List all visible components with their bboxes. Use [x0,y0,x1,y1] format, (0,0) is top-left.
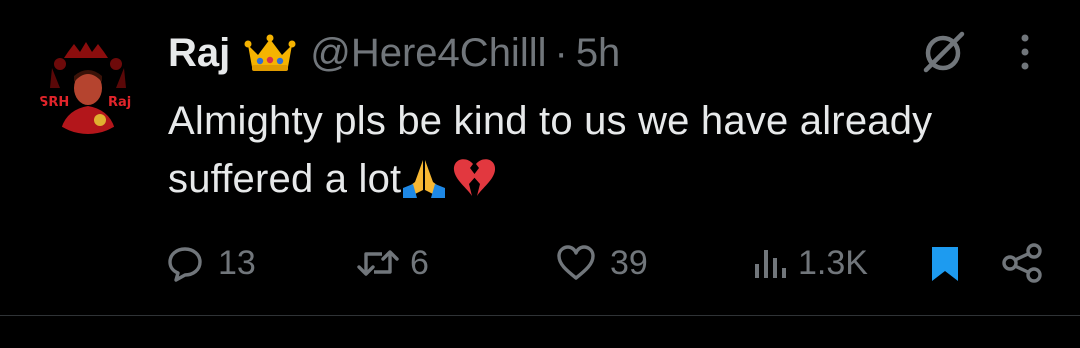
views-icon [755,250,786,278]
like-button[interactable]: 39 [556,238,648,288]
timestamp[interactable]: 5h [576,28,621,78]
more-icon[interactable] [1010,32,1040,72]
share-button[interactable] [1000,238,1044,288]
repost-icon [357,250,399,276]
tweet-text-content: Almighty pls be kind to us we have alrea… [168,99,933,201]
views-button[interactable]: 1.3K [752,238,868,288]
share-icon [1002,243,1042,283]
like-count: 39 [610,243,648,282]
grok-icon[interactable] [920,30,966,76]
repost-button[interactable]: 6 [356,238,429,288]
avatar-image: SRH Raj [38,34,138,134]
divider [0,315,1080,316]
tweet[interactable]: SRH Raj Raj @Here4Chilll · 5h Almighty p… [0,0,1080,316]
heart-icon [557,245,595,280]
reply-count: 13 [218,243,256,282]
avatar-raj-text: Raj [108,95,131,110]
display-name[interactable]: Raj [168,28,230,78]
avatar[interactable]: SRH Raj [38,34,138,134]
broken-heart-emoji-icon [451,154,497,200]
folded-hands-emoji-icon [401,154,447,200]
repost-count: 6 [410,243,429,282]
tweet-text: Almighty pls be kind to us we have alrea… [168,92,1008,208]
separator-dot: · [554,31,568,75]
avatar-srh-text: SRH [39,95,69,110]
reply-icon [168,247,202,282]
view-count: 1.3K [798,243,868,282]
reply-button[interactable]: 13 [166,238,256,288]
bookmark-icon [932,247,958,281]
tweet-header: Raj @Here4Chilll · 5h [168,28,620,78]
action-bar: 13 6 39 1.3K [0,238,1080,288]
crown-emoji-icon [244,33,296,73]
handle[interactable]: @Here4Chilll [310,28,546,78]
bookmark-button[interactable] [926,238,964,288]
